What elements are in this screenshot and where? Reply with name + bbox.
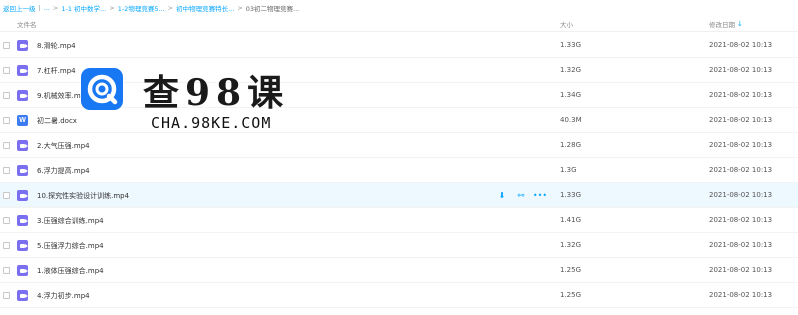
video-file-icon bbox=[17, 65, 28, 76]
video-camera-glyph bbox=[20, 143, 28, 148]
file-size: 40.3M bbox=[560, 116, 582, 124]
file-name[interactable]: 10.探究性实验设计训练.mp4 bbox=[37, 191, 129, 201]
breadcrumb-separator: > bbox=[237, 3, 243, 12]
breadcrumb: 返回上一级 | ... > 1-1 初中数学... > 1-2物理竞赛5... … bbox=[3, 2, 299, 13]
arrow-down-icon: ↓ bbox=[737, 20, 743, 28]
file-size: 1.32G bbox=[560, 66, 582, 74]
breadcrumb-separator: > bbox=[52, 3, 59, 12]
row-checkbox[interactable] bbox=[3, 67, 10, 74]
file-row[interactable]: 5.压强浮力综合.mp4 1.32G 2021-08-02 10:13 bbox=[0, 233, 798, 258]
file-name[interactable]: 2.大气压强.mp4 bbox=[37, 141, 90, 151]
file-size: 1.41G bbox=[560, 216, 582, 224]
file-name[interactable]: 1.液体压强综合.mp4 bbox=[37, 266, 104, 276]
column-header-date[interactable]: 修改日期 ↓ bbox=[709, 19, 743, 29]
video-camera-glyph bbox=[20, 68, 28, 73]
breadcrumb-separator: > bbox=[109, 3, 115, 12]
breadcrumb-item[interactable]: 1-1 初中数学... bbox=[61, 3, 106, 13]
file-modified-date: 2021-08-02 10:13 bbox=[709, 241, 773, 249]
file-modified-date: 2021-08-02 10:13 bbox=[709, 91, 773, 99]
file-name[interactable]: 9.机械效率.mp4 bbox=[37, 91, 90, 101]
row-checkbox[interactable] bbox=[3, 142, 10, 149]
file-modified-date: 2021-08-02 10:13 bbox=[709, 266, 773, 274]
file-row[interactable]: 1.液体压强综合.mp4 1.25G 2021-08-02 10:13 bbox=[0, 258, 798, 283]
file-size: 1.33G bbox=[560, 191, 582, 199]
row-checkbox[interactable] bbox=[3, 217, 10, 224]
file-row[interactable]: 9.机械效率.mp4 1.34G 2021-08-02 10:13 bbox=[0, 83, 798, 108]
row-checkbox[interactable] bbox=[3, 292, 10, 299]
column-header-name[interactable]: 文件名 bbox=[17, 19, 37, 29]
file-name[interactable]: 5.压强浮力综合.mp4 bbox=[37, 241, 104, 251]
breadcrumb-current: 03初二物理竞赛... bbox=[245, 4, 300, 13]
row-checkbox[interactable] bbox=[3, 267, 10, 274]
file-size: 1.32G bbox=[560, 241, 582, 249]
file-size: 1.25G bbox=[560, 291, 582, 299]
file-modified-date: 2021-08-02 10:13 bbox=[709, 141, 773, 149]
video-file-icon bbox=[17, 190, 28, 201]
file-name[interactable]: 4.浮力初步.mp4 bbox=[37, 291, 90, 301]
file-name[interactable]: 7.杠杆.mp4 bbox=[37, 66, 76, 76]
file-row[interactable]: 6.浮力提高.mp4 1.3G 2021-08-02 10:13 bbox=[0, 158, 798, 183]
more-icon[interactable]: ••• bbox=[533, 190, 547, 200]
breadcrumb-separator: | bbox=[38, 3, 41, 12]
breadcrumb-item[interactable]: 初中物理竞赛特长... bbox=[176, 3, 234, 13]
file-modified-date: 2021-08-02 10:13 bbox=[709, 291, 773, 299]
file-list-header: 文件名 大小 修改日期 ↓ bbox=[0, 14, 798, 32]
video-camera-glyph bbox=[20, 193, 28, 198]
file-row[interactable]: 3.压强综合训练.mp4 1.41G 2021-08-02 10:13 bbox=[0, 208, 798, 233]
file-modified-date: 2021-08-02 10:13 bbox=[709, 66, 773, 74]
file-row[interactable]: 2.大气压强.mp4 1.28G 2021-08-02 10:13 bbox=[0, 133, 798, 158]
row-checkbox[interactable] bbox=[3, 167, 10, 174]
breadcrumb-ellipsis[interactable]: ... bbox=[44, 4, 50, 12]
video-file-icon bbox=[17, 240, 28, 251]
video-camera-glyph bbox=[20, 243, 28, 248]
row-checkbox[interactable] bbox=[3, 92, 10, 99]
file-modified-date: 2021-08-02 10:13 bbox=[709, 166, 773, 174]
row-checkbox[interactable] bbox=[3, 42, 10, 49]
video-camera-glyph bbox=[20, 293, 28, 298]
video-camera-glyph bbox=[20, 43, 28, 48]
video-camera-glyph bbox=[20, 93, 28, 98]
video-file-icon bbox=[17, 140, 28, 151]
breadcrumb-back-link[interactable]: 返回上一级 bbox=[3, 3, 36, 13]
file-row[interactable]: W 初二暑.docx 40.3M 2021-08-02 10:13 bbox=[0, 108, 798, 133]
file-name[interactable]: 初二暑.docx bbox=[37, 116, 77, 126]
file-size: 1.3G bbox=[560, 166, 577, 174]
file-size: 1.34G bbox=[560, 91, 582, 99]
file-modified-date: 2021-08-02 10:13 bbox=[709, 191, 773, 199]
row-checkbox[interactable] bbox=[3, 242, 10, 249]
video-camera-glyph bbox=[20, 168, 28, 173]
breadcrumb-item[interactable]: 1-2物理竞赛5... bbox=[118, 3, 165, 13]
file-list: 8.滑轮.mp4 1.33G 2021-08-02 10:13 7.杠杆.mp4 1.3… bbox=[0, 33, 798, 308]
video-camera-glyph bbox=[20, 218, 28, 223]
video-file-icon bbox=[17, 165, 28, 176]
file-name[interactable]: 6.浮力提高.mp4 bbox=[37, 166, 90, 176]
file-modified-date: 2021-08-02 10:13 bbox=[709, 116, 773, 124]
share-icon[interactable]: ⚯ bbox=[516, 190, 526, 200]
file-row[interactable]: 10.探究性实验设计训练.mp4 ⬇ ⚯ ••• 1.33G 2021-08-02 10:… bbox=[0, 183, 798, 208]
video-camera-glyph bbox=[20, 268, 28, 273]
file-size: 1.33G bbox=[560, 41, 582, 49]
column-header-date-label: 修改日期 bbox=[709, 21, 735, 29]
video-file-icon bbox=[17, 215, 28, 226]
column-header-size[interactable]: 大小 bbox=[560, 19, 573, 29]
video-file-icon bbox=[17, 90, 28, 101]
video-file-icon bbox=[17, 265, 28, 276]
file-row[interactable]: 7.杠杆.mp4 1.32G 2021-08-02 10:13 bbox=[0, 58, 798, 83]
file-row[interactable]: 4.浮力初步.mp4 1.25G 2021-08-02 10:13 bbox=[0, 283, 798, 308]
breadcrumb-separator: > bbox=[167, 3, 174, 12]
file-row[interactable]: 8.滑轮.mp4 1.33G 2021-08-02 10:13 bbox=[0, 33, 798, 58]
video-file-icon bbox=[17, 290, 28, 301]
file-name[interactable]: 8.滑轮.mp4 bbox=[37, 41, 76, 51]
video-file-icon bbox=[17, 40, 28, 51]
row-checkbox[interactable] bbox=[3, 192, 10, 199]
row-actions: ⬇ ⚯ ••• bbox=[497, 190, 547, 200]
file-modified-date: 2021-08-02 10:13 bbox=[709, 216, 773, 224]
file-name[interactable]: 3.压强综合训练.mp4 bbox=[37, 216, 104, 226]
download-icon[interactable]: ⬇ bbox=[497, 190, 507, 200]
file-size: 1.25G bbox=[560, 266, 582, 274]
file-size: 1.28G bbox=[560, 141, 582, 149]
file-modified-date: 2021-08-02 10:13 bbox=[709, 41, 773, 49]
row-checkbox[interactable] bbox=[3, 117, 10, 124]
word-doc-icon: W bbox=[17, 115, 28, 126]
